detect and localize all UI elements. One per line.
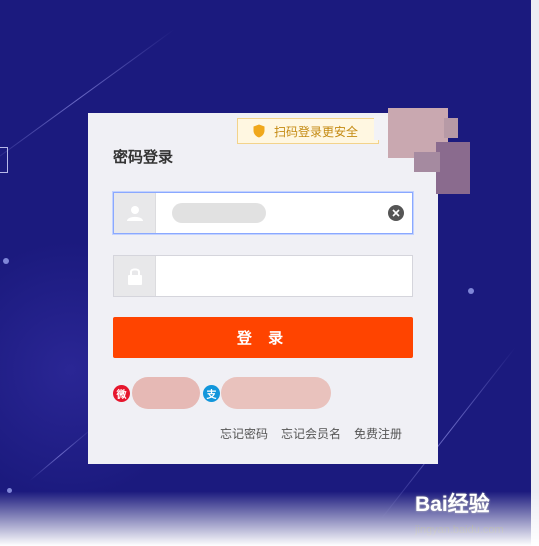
password-input[interactable] (156, 256, 412, 296)
qr-tip-text: 扫码登录更安全 (274, 124, 359, 139)
left-edge-decoration (0, 147, 8, 173)
username-value[interactable] (156, 193, 412, 233)
user-icon (114, 193, 156, 233)
login-button[interactable]: 登 录 (113, 317, 413, 358)
login-title: 密码登录 (113, 148, 174, 166)
watermark-brand: Bai经验 (415, 493, 490, 516)
star-dot (7, 488, 12, 493)
shield-icon (253, 124, 265, 138)
username-redacted (172, 203, 266, 223)
weibo-login[interactable]: 微 (113, 377, 200, 409)
page-background: 扫码登录更安全 密码登录 登 录 微 支 忘记密码 忘记会员名 免费注册 Bai… (0, 0, 539, 546)
alipay-login[interactable]: 支 (203, 377, 331, 409)
password-field[interactable] (113, 255, 413, 297)
star-dot (468, 288, 474, 294)
right-edge-strip (531, 0, 539, 546)
qr-code-toggle-icon[interactable] (374, 108, 470, 194)
weibo-account-redacted (132, 377, 200, 409)
qr-login-tip[interactable]: 扫码登录更安全 (237, 118, 379, 144)
account-links: 忘记密码 忘记会员名 免费注册 (220, 425, 402, 442)
forgot-password-link[interactable]: 忘记密码 (220, 425, 268, 442)
forgot-username-link[interactable]: 忘记会员名 (281, 425, 341, 442)
watermark-domain: jingyan.baidu.com (415, 524, 504, 536)
star-dot (3, 258, 9, 264)
alipay-icon: 支 (203, 384, 220, 402)
lock-icon (114, 256, 156, 296)
username-field[interactable] (113, 192, 413, 234)
light-streak (29, 428, 92, 481)
clear-input-icon[interactable] (388, 205, 404, 221)
register-link[interactable]: 免费注册 (354, 425, 402, 442)
baidu-jingyan-watermark: Bai经验 jingyan.baidu.com (415, 488, 533, 544)
weibo-icon: 微 (113, 384, 130, 402)
alipay-account-redacted (221, 377, 331, 409)
